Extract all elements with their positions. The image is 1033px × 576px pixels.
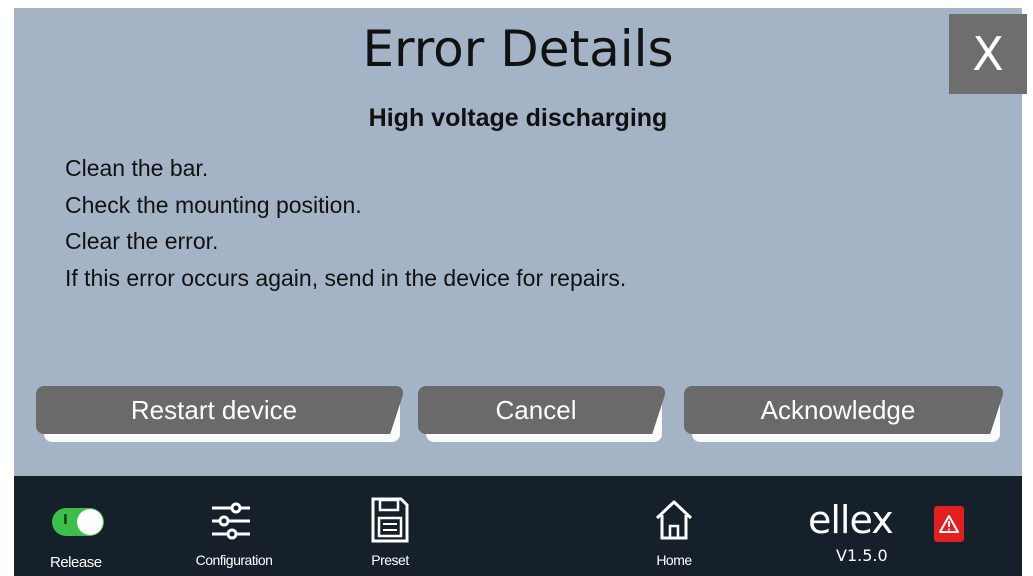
home-button[interactable] — [654, 498, 694, 542]
error-instructions: Clean the bar. Check the mounting positi… — [65, 150, 626, 296]
toggle-knob — [77, 509, 103, 535]
sliders-icon — [212, 502, 250, 540]
warning-icon — [939, 515, 959, 533]
release-toggle[interactable]: I — [52, 508, 104, 536]
instruction-line: Check the mounting position. — [65, 191, 362, 218]
instruction-line: Clean the bar. — [65, 155, 209, 181]
instruction-line: Clear the error. — [65, 228, 219, 254]
preset-label: Preset — [371, 552, 409, 568]
configuration-label: Configuration — [195, 552, 273, 568]
ellex-logo: ellex — [808, 498, 894, 542]
preset-button[interactable] — [370, 496, 410, 544]
home-icon — [655, 500, 693, 540]
alarm-button[interactable] — [934, 506, 964, 542]
restart-device-button[interactable]: Restart device — [36, 386, 392, 434]
version-label: V1.5.0 — [836, 546, 888, 565]
error-details-dialog: Error Details X High voltage discharging… — [14, 8, 1027, 476]
instruction-line: If this error occurs again, send in the … — [65, 264, 627, 291]
home-label: Home — [656, 552, 692, 568]
acknowledge-button[interactable]: Acknowledge — [684, 386, 992, 434]
dialog-title: Error Details — [362, 20, 674, 78]
acknowledge-label: Acknowledge — [760, 394, 916, 425]
cancel-button[interactable]: Cancel — [418, 386, 654, 434]
restart-device-label: Restart device — [130, 394, 298, 425]
error-subtitle: High voltage discharging — [368, 104, 668, 132]
close-button[interactable]: X — [949, 14, 1027, 94]
floppy-disk-icon — [371, 497, 409, 543]
toggle-on-mark: I — [63, 513, 68, 528]
cancel-label: Cancel — [495, 394, 577, 425]
taskbar: I Release Configuration Preset Home elle… — [14, 476, 1022, 576]
release-label: Release — [50, 554, 102, 571]
configuration-button[interactable] — [208, 498, 254, 544]
